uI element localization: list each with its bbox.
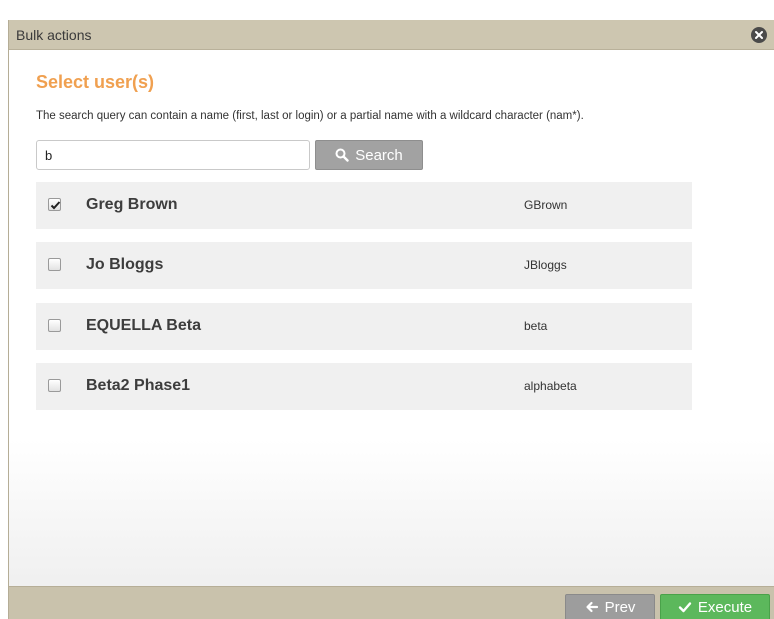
search-button[interactable]: Search xyxy=(315,140,423,170)
execute-button-label: Execute xyxy=(697,598,753,616)
user-row[interactable]: Jo Bloggs JBloggs xyxy=(36,242,692,289)
user-checkbox[interactable] xyxy=(48,319,61,332)
user-checkbox[interactable] xyxy=(48,379,61,392)
search-hint: The search query can contain a name (fir… xyxy=(36,110,584,122)
user-name: Greg Brown xyxy=(86,196,178,213)
user-row[interactable]: Greg Brown GBrown xyxy=(36,182,692,229)
dialog-titlebar: Bulk actions xyxy=(9,20,774,50)
page-title: Select user(s) xyxy=(36,72,155,92)
search-button-label: Search xyxy=(355,146,403,164)
user-checkbox[interactable] xyxy=(48,258,61,271)
user-name: Beta2 Phase1 xyxy=(86,377,191,394)
user-row[interactable]: Beta2 Phase1 alphabeta xyxy=(36,363,692,410)
user-login: JBloggs xyxy=(524,258,567,272)
user-checkbox[interactable] xyxy=(48,198,61,211)
check-icon xyxy=(678,600,692,614)
dialog-footer: Prev Execute xyxy=(9,586,774,619)
user-login: GBrown xyxy=(524,198,568,212)
user-row[interactable]: EQUELLA Beta beta xyxy=(36,303,692,350)
user-name: EQUELLA Beta xyxy=(86,317,201,334)
prev-button-label: Prev xyxy=(604,598,636,616)
user-name: Jo Bloggs xyxy=(86,256,164,273)
bulk-actions-dialog: Bulk actions Select user(s) The search q… xyxy=(8,20,774,619)
close-icon[interactable] xyxy=(751,27,767,43)
prev-button[interactable]: Prev xyxy=(565,594,655,619)
search-input[interactable] xyxy=(36,140,310,170)
user-login: alphabeta xyxy=(524,379,577,393)
user-login: beta xyxy=(524,319,548,333)
arrow-left-icon xyxy=(585,600,599,614)
dialog-title: Bulk actions xyxy=(16,27,92,43)
execute-button[interactable]: Execute xyxy=(660,594,770,619)
search-icon xyxy=(335,148,349,162)
